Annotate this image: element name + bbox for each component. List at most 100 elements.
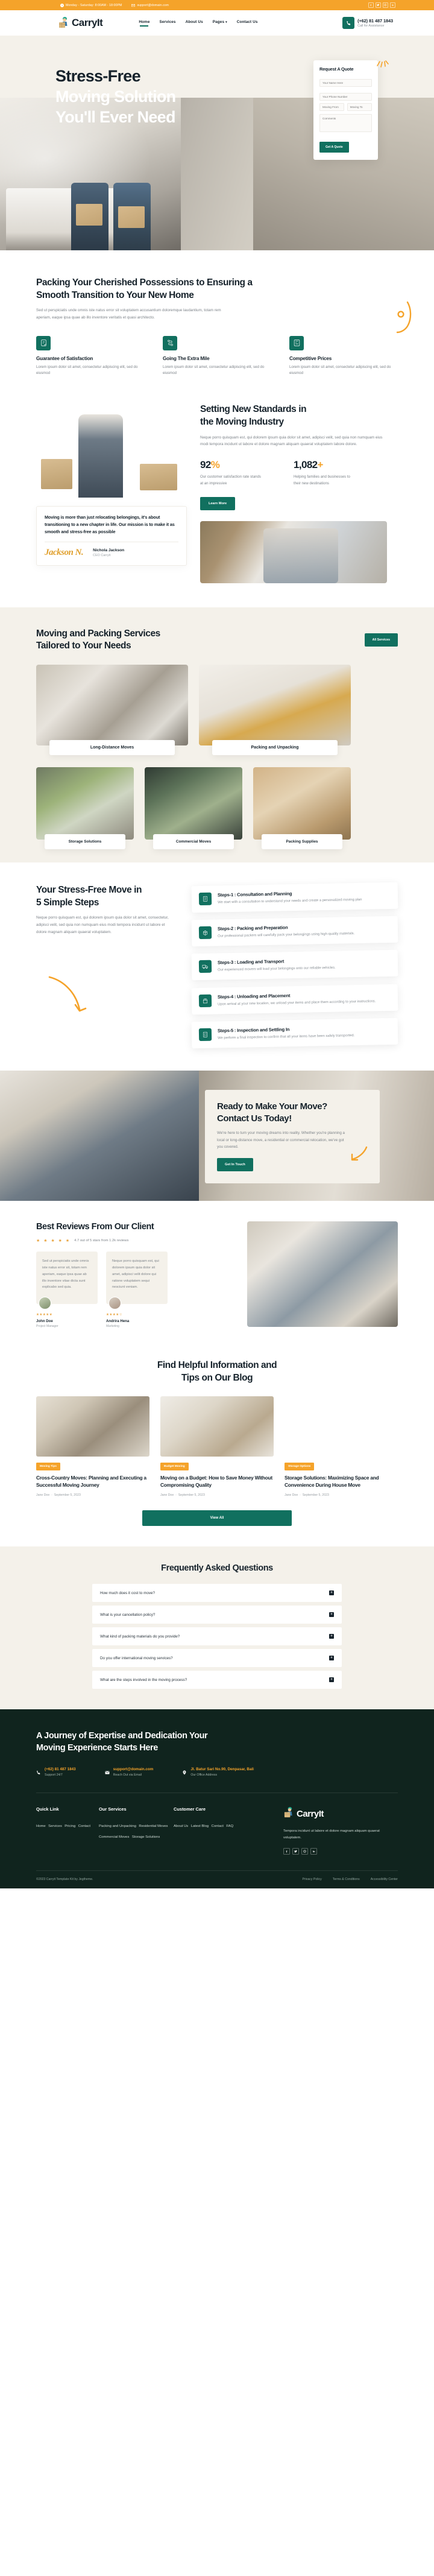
review-text: Sed ut perspiciatis unde omnis iste natu… [42,1259,89,1290]
blog-card[interactable]: Moving Tips Cross-Country Moves: Plannin… [36,1396,149,1497]
brand-logo-link[interactable]: CarryIt [58,16,103,30]
quote-name-input[interactable] [319,79,372,87]
blog-tag[interactable]: Storage Options [285,1463,315,1471]
footer-contact-phone[interactable]: (+62) 81 487 1843 Support 24/7 [36,1767,76,1778]
linkedin-icon[interactable] [390,2,395,8]
faq-item[interactable]: How much does it cost to move? + [92,1584,342,1603]
faq-item[interactable]: Do you offer international moving servic… [92,1649,342,1668]
all-services-button[interactable]: All Services [364,633,398,647]
footer-brand-name: CarryIt [297,1809,324,1820]
service-card[interactable]: Packing Supplies [253,767,351,850]
step-text: Upon arrival at your new location, we un… [218,999,376,1006]
view-all-button[interactable]: View All [142,1510,292,1527]
nav-item-home[interactable]: Home [139,20,149,27]
step-item[interactable]: Steps-4 : Unloading and Placement Upon a… [191,984,398,1014]
accessibility-center-link[interactable]: Accessibility Center [371,1878,398,1881]
header-phone[interactable]: (+62) 81 487 1843 Call for Assistance [342,17,393,29]
quote-comments-textarea[interactable] [319,113,372,132]
cta-section: Ready to Make Your Move? Contact Us Toda… [0,1070,434,1201]
twitter-icon[interactable] [376,2,381,8]
learn-more-button[interactable]: Learn More [200,496,236,510]
instagram-icon[interactable] [301,1848,308,1855]
steps-container: Your Stress-Free Move in 5 Simple Steps … [36,882,398,1049]
step-item[interactable]: Steps-3 : Loading and Transport Our expe… [191,950,398,981]
service-image [145,767,242,840]
feature-title: Guarantee of Satisfaction [36,355,93,361]
top-bar-info: Monday - Saturday: 8:00AM - 18:00PM supp… [60,3,169,7]
nav-item-about-us[interactable]: About Us [186,20,203,27]
step-item[interactable]: Steps-5 : Inspection and Settling In We … [191,1017,398,1049]
plus-icon[interactable]: + [329,1612,334,1618]
faq-question: Do you offer international moving servic… [100,1656,173,1660]
nav-item-pages[interactable]: Pages ▾ [213,20,227,27]
footer-link[interactable]: Commercial Moves [99,1835,129,1839]
terms-conditions-link[interactable]: Terms & Conditions [333,1878,360,1881]
plus-icon[interactable]: + [329,1677,334,1683]
orange-arrow-decoration-icon [47,975,89,1030]
steps-list: Steps-1 : Consultation and Planning We s… [191,882,398,1049]
blog-heading: Find Helpful Information and Tips on Our… [36,1359,398,1384]
plus-icon[interactable]: + [329,1590,334,1596]
top-bar-email[interactable]: support@domain.com [131,4,169,7]
facebook-icon[interactable] [283,1848,290,1855]
privacy-policy-link[interactable]: Privacy Policy [302,1878,321,1881]
stat-suffix: % [210,458,220,470]
page-root: Monday - Saturday: 8:00AM - 18:00PM supp… [0,0,434,1889]
top-bar-socials [368,2,395,8]
footer-link[interactable]: Residential Moves [139,1824,168,1828]
get-in-touch-button[interactable]: Get In Touch [217,1157,253,1171]
step-item[interactable]: Steps-2 : Packing and Preparation Our pr… [191,916,398,947]
service-card[interactable]: Packing and Unpacking [199,665,351,756]
plus-icon[interactable]: + [329,1656,334,1661]
standards-container: Moving is more than just relocating belo… [36,401,398,583]
quote-form-title: Request A Quote [319,66,354,72]
blog-tag[interactable]: Budget Moving [160,1463,189,1471]
blog-card[interactable]: Budget Moving Moving on a Budget: How to… [160,1396,274,1497]
twitter-icon[interactable] [292,1848,299,1855]
footer-contact-email[interactable]: support@domain.com Reach Out via Email [105,1767,153,1778]
review-card: Sed ut perspiciatis unde omnis iste natu… [36,1252,98,1328]
checklist-icon [198,1028,212,1041]
step-item[interactable]: Steps-1 : Consultation and Planning We s… [191,882,398,913]
footer-link[interactable]: Home [36,1824,46,1828]
blog-card[interactable]: Storage Options Storage Solutions: Maxim… [285,1396,398,1497]
reviews-container: Best Reviews From Our Client ★ ★ ★ ★ ★ 4… [36,1221,398,1328]
footer-link[interactable]: Packing and Unpacking [99,1824,136,1828]
facebook-icon[interactable] [368,2,374,8]
footer-link[interactable]: Latest Blog [191,1824,209,1828]
faq-item[interactable]: What is your cancellation policy? + [92,1606,342,1624]
blog-tag[interactable]: Moving Tips [36,1463,60,1471]
service-card[interactable]: Long-Distance Moves [36,665,188,756]
reviews-photo [247,1221,398,1327]
footer-link[interactable]: About Us [174,1824,188,1828]
footer-contact-address[interactable]: Jl. Batur Sari No.90, Denpasar, Bali Our… [182,1767,254,1778]
quote-moving-from-input[interactable] [319,103,345,111]
quote-phone-input[interactable] [319,92,372,101]
footer-column-heading: Our Services [99,1806,127,1812]
instagram-icon[interactable] [383,2,388,8]
location-pin-icon [182,1767,187,1778]
service-card[interactable]: Commercial Moves [145,767,242,850]
footer-link[interactable]: Contact [212,1824,224,1828]
nav-item-services[interactable]: Services [159,20,175,27]
quote-moving-to-input[interactable] [347,103,372,111]
footer-link[interactable]: Storage Solutions [132,1835,160,1839]
service-card[interactable]: Storage Solutions [36,767,134,850]
get-a-quote-button[interactable]: Get A Quote [319,141,349,153]
step-body: Steps-2 : Packing and Preparation Our pr… [218,923,355,939]
nav-item-contact-us[interactable]: Contact Us [237,20,258,27]
footer-brand[interactable]: CarryIt [283,1806,398,1822]
steps-left-column: Your Stress-Free Move in 5 Simple Steps … [36,884,175,1046]
footer-column-customer-care: Customer Care About Us Latest Blog Conta… [174,1806,236,1855]
linkedin-icon[interactable] [310,1848,317,1855]
footer-link[interactable]: Contact [78,1824,90,1828]
footer-link[interactable]: Pricing [64,1824,75,1828]
plus-icon[interactable]: + [329,1634,334,1639]
business-hours-text: Monday - Saturday: 8:00AM - 18:00PM [66,3,122,7]
footer-link[interactable]: FAQ [226,1824,233,1828]
faq-item[interactable]: What kind of packing materials do you pr… [92,1627,342,1646]
founder-quote-text: Moving is more than just relocating belo… [45,514,175,534]
services-heading-line-2: Tailored to Your Needs [36,641,131,651]
faq-item[interactable]: What are the steps involved in the movin… [92,1671,342,1689]
footer-link[interactable]: Services [48,1824,62,1828]
